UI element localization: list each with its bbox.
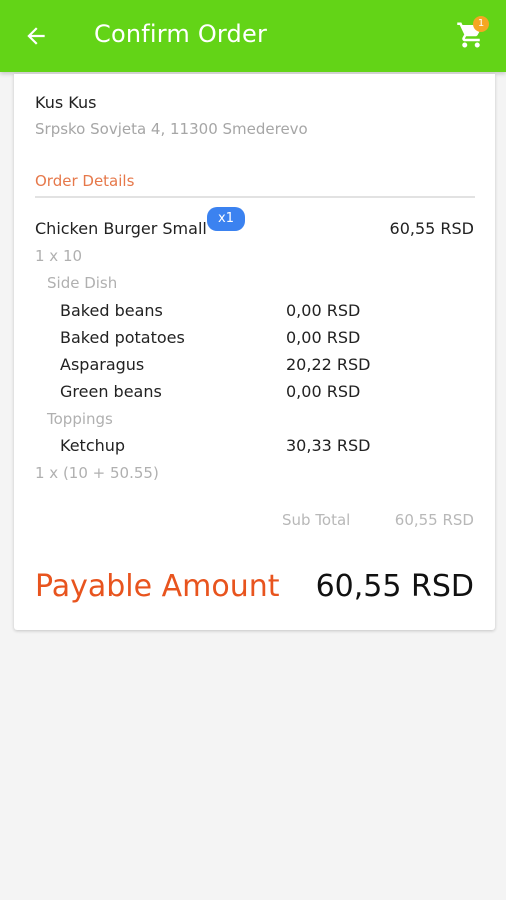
back-button[interactable] bbox=[22, 22, 50, 50]
option-price: 20,22 RSD bbox=[286, 355, 371, 374]
cart-count-badge: 1 bbox=[473, 16, 489, 32]
payable-amount-label: Payable Amount bbox=[35, 569, 280, 604]
group-label-side-dish: Side Dish bbox=[47, 274, 118, 292]
item-price: 60,55 RSD bbox=[389, 219, 474, 238]
option-price: 0,00 RSD bbox=[286, 301, 361, 320]
option-price: 30,33 RSD bbox=[286, 436, 371, 455]
option-name: Asparagus bbox=[60, 355, 145, 374]
payable-amount-value: 60,55 RSD bbox=[315, 569, 474, 604]
arrow-left-icon bbox=[27, 27, 45, 45]
divider bbox=[35, 196, 475, 198]
restaurant-address: Srpsko Sovjeta 4, 11300 Smederevo bbox=[35, 120, 308, 138]
quantity-badge: x1 bbox=[207, 207, 245, 231]
item-name: Chicken Burger Small bbox=[35, 219, 207, 238]
subtotal-label: Sub Total bbox=[282, 511, 351, 529]
option-name: Baked potatoes bbox=[60, 328, 185, 347]
option-name: Baked beans bbox=[60, 301, 163, 320]
option-price: 0,00 RSD bbox=[286, 328, 361, 347]
option-name: Ketchup bbox=[60, 436, 126, 455]
page-title: Confirm Order bbox=[94, 20, 268, 48]
order-card: Kus Kus Srpsko Sovjeta 4, 11300 Smederev… bbox=[14, 74, 495, 630]
order-details-heading: Order Details bbox=[35, 172, 135, 190]
app-bar: Confirm Order 1 bbox=[0, 0, 506, 72]
item-calc-line: 1 x (10 + 50.55) bbox=[35, 464, 159, 482]
subtotal-value: 60,55 RSD bbox=[394, 511, 474, 529]
option-price: 0,00 RSD bbox=[286, 382, 361, 401]
restaurant-name: Kus Kus bbox=[35, 93, 97, 112]
option-name: Green beans bbox=[60, 382, 162, 401]
group-label-toppings: Toppings bbox=[47, 410, 113, 428]
item-unit-line: 1 x 10 bbox=[35, 247, 83, 265]
